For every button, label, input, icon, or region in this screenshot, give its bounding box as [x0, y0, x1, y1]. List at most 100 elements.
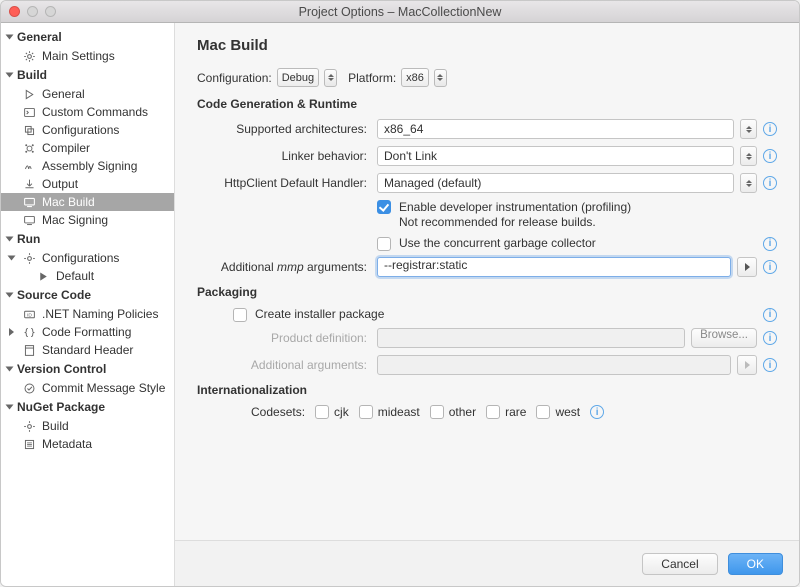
- config-platform-row: Configuration: Debug Platform: x86: [197, 68, 777, 87]
- sidebar-item-nuget-metadata[interactable]: Metadata: [1, 435, 174, 453]
- gc-label: Use the concurrent garbage collector: [399, 236, 596, 251]
- sidebar-section-build[interactable]: Build: [1, 65, 174, 85]
- sidebar-item-label: Metadata: [42, 437, 92, 451]
- cancel-button[interactable]: Cancel: [642, 553, 717, 575]
- close-window-icon[interactable]: [9, 6, 20, 17]
- play-icon: [37, 270, 50, 283]
- sidebar-item-code-formatting[interactable]: Code Formatting: [1, 323, 174, 341]
- i18n-section-title: Internationalization: [197, 383, 777, 397]
- codesets-row: Codesets: cjk mideast other rare west i: [211, 405, 777, 419]
- project-options-window: Project Options – MacCollectionNew Gener…: [0, 0, 800, 587]
- linker-select[interactable]: Don't Link: [377, 146, 734, 166]
- sidebar-item-label: Compiler: [42, 141, 90, 155]
- info-icon[interactable]: i: [763, 358, 777, 372]
- codeset-mideast-checkbox[interactable]: [359, 405, 373, 419]
- sidebar-item-label: Default: [56, 269, 94, 283]
- sidebar-item-output[interactable]: Output: [1, 175, 174, 193]
- play-button[interactable]: [737, 257, 757, 277]
- sidebar-section-general[interactable]: General: [1, 27, 174, 47]
- sidebar-item-compiler[interactable]: Compiler: [1, 139, 174, 157]
- sidebar-item-configurations[interactable]: Configurations: [1, 121, 174, 139]
- configuration-select[interactable]: Debug: [277, 68, 319, 87]
- updown-icon[interactable]: [324, 69, 337, 87]
- sidebar-item-run-configurations[interactable]: Configurations: [1, 249, 174, 267]
- updown-icon[interactable]: [434, 69, 447, 87]
- compiler-icon: [23, 142, 36, 155]
- codeset-label: other: [449, 405, 476, 419]
- codeset-label: rare: [505, 405, 526, 419]
- sidebar-section-version-control[interactable]: Version Control: [1, 359, 174, 379]
- platform-label: Platform:: [348, 71, 396, 85]
- codeset-west-checkbox[interactable]: [536, 405, 550, 419]
- play-outline-icon: [23, 88, 36, 101]
- info-icon[interactable]: i: [590, 405, 604, 419]
- profiling-checkbox[interactable]: [377, 200, 391, 214]
- packaging-section-title: Packaging: [197, 285, 777, 299]
- codeset-label: mideast: [378, 405, 420, 419]
- play-button-disabled: [737, 355, 757, 375]
- gear-icon: [23, 252, 36, 265]
- sidebar-item-nuget-build[interactable]: Build: [1, 417, 174, 435]
- updown-icon[interactable]: [740, 173, 757, 193]
- gear-icon: [23, 50, 36, 63]
- sidebar-item-commit-style[interactable]: Commit Message Style: [1, 379, 174, 397]
- info-icon[interactable]: i: [763, 149, 777, 163]
- addargs-input: [377, 355, 731, 375]
- sidebar-item-label: Output: [42, 177, 78, 191]
- sidebar-section-nuget[interactable]: NuGet Package: [1, 397, 174, 417]
- linker-label: Linker behavior:: [211, 149, 377, 163]
- addargs-label: Additional arguments:: [211, 358, 377, 372]
- codeset-label: west: [555, 405, 580, 419]
- arch-select[interactable]: x86_64: [377, 119, 734, 139]
- sidebar-item-main-settings[interactable]: Main Settings: [1, 47, 174, 65]
- dialog-footer: Cancel OK: [175, 540, 799, 586]
- info-icon[interactable]: i: [763, 308, 777, 322]
- codeset-rare-checkbox[interactable]: [486, 405, 500, 419]
- sidebar-section-source-code[interactable]: Source Code: [1, 285, 174, 305]
- output-icon: [23, 178, 36, 191]
- mmp-arguments-input[interactable]: --registrar:static: [377, 257, 731, 277]
- sidebar-item-label: Mac Build: [42, 195, 95, 209]
- window-body: General Main Settings Build General Cust…: [1, 23, 799, 586]
- productdef-input: [377, 328, 685, 348]
- browse-button[interactable]: Browse...: [691, 328, 757, 348]
- page-title: Mac Build: [197, 37, 777, 54]
- updown-icon[interactable]: [740, 119, 757, 139]
- sidebar-item-mac-build[interactable]: Mac Build: [1, 193, 174, 211]
- info-icon[interactable]: i: [763, 122, 777, 136]
- zoom-window-icon[interactable]: [45, 6, 56, 17]
- info-icon[interactable]: i: [763, 260, 777, 274]
- sidebar-item-label: Configurations: [42, 251, 119, 265]
- gear-icon: [23, 420, 36, 433]
- info-icon[interactable]: i: [763, 331, 777, 345]
- sidebar-item-assembly-signing[interactable]: Assembly Signing: [1, 157, 174, 175]
- sidebar-item-run-default[interactable]: Default: [1, 267, 174, 285]
- sidebar-item-label: Commit Message Style: [42, 381, 165, 395]
- traffic-lights: [9, 6, 56, 17]
- httpclient-select[interactable]: Managed (default): [377, 173, 734, 193]
- info-icon[interactable]: i: [763, 237, 777, 251]
- codesets-label: Codesets:: [251, 405, 305, 419]
- updown-icon[interactable]: [740, 146, 757, 166]
- sidebar-item-mac-signing[interactable]: Mac Signing: [1, 211, 174, 229]
- sidebar-item-label: Assembly Signing: [42, 159, 137, 173]
- braces-icon: [23, 326, 36, 339]
- codeset-cjk-checkbox[interactable]: [315, 405, 329, 419]
- codeset-other-checkbox[interactable]: [430, 405, 444, 419]
- info-icon[interactable]: i: [763, 176, 777, 190]
- sidebar-item-label: Main Settings: [42, 49, 115, 63]
- metadata-icon: [23, 438, 36, 451]
- gc-checkbox[interactable]: [377, 237, 391, 251]
- minimize-window-icon[interactable]: [27, 6, 38, 17]
- ok-button[interactable]: OK: [728, 553, 783, 575]
- platform-select[interactable]: x86: [401, 68, 429, 87]
- sidebar-item-custom-commands[interactable]: Custom Commands: [1, 103, 174, 121]
- monitor-icon: [23, 214, 36, 227]
- create-installer-checkbox[interactable]: [233, 308, 247, 322]
- sidebar-section-run[interactable]: Run: [1, 229, 174, 249]
- sidebar-item-label: Build: [42, 419, 69, 433]
- sidebar-item-standard-header[interactable]: Standard Header: [1, 341, 174, 359]
- sidebar-item-build-general[interactable]: General: [1, 85, 174, 103]
- sidebar-item-naming-policies[interactable]: ID.NET Naming Policies: [1, 305, 174, 323]
- stack-icon: [23, 124, 36, 137]
